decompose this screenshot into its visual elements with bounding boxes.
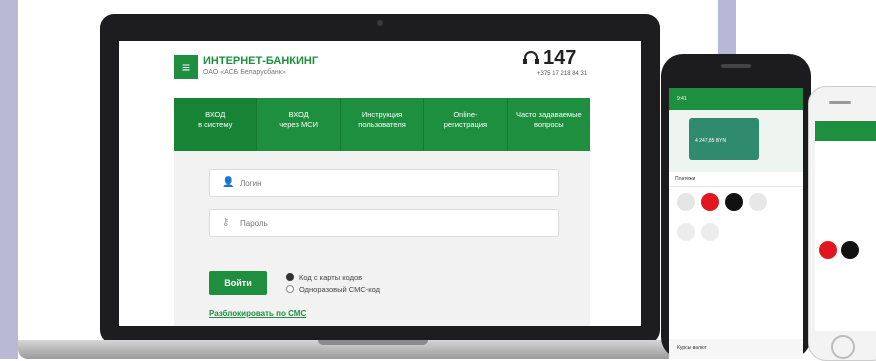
laptop-notch [318,340,428,345]
app-status-bar [815,121,876,141]
nav-label: в систему [198,120,233,129]
smartphone-white [808,86,876,361]
background-stripe-top [718,0,736,56]
smartphone-dark: 9:41 4 247,85 BYN Платежи Курсы валют [661,54,811,359]
webcam-icon [377,20,383,26]
section-payments: Платежи [669,172,803,187]
nav-user-guide[interactable]: Инструкция пользователя [341,98,425,151]
nav-login[interactable]: ВХОД в систему [174,98,258,151]
laptop-screen: ≡ ИНТЕРНЕТ-БАНКИНГ ОАО «АСБ Беларусбанк»… [119,41,641,326]
nav-label: через МСИ [279,120,319,129]
hotline-sub: +375 17 218 84 31 [537,71,588,77]
main-nav: ВХОД в систему ВХОД через МСИ Инструкция по… [174,98,590,151]
password-input[interactable] [238,214,542,233]
key-icon: ⚷ [222,217,230,228]
bank-card[interactable]: 4 247,85 BYN [689,118,759,160]
phone-screen: 9:41 4 247,85 BYN Платежи Курсы валют [669,88,803,359]
nav-label: регистрация [443,120,488,129]
nav-faq[interactable]: Часто задаваемые вопросы [508,98,590,151]
radio-label: Код с карты кодов [299,273,363,282]
radio-unchecked-icon [286,285,294,293]
speaker [721,64,751,68]
unlock-sms-link[interactable]: Разблокировать по СМС [209,309,306,318]
hotline-number: 147 [543,47,577,69]
site-header: ≡ ИНТЕРНЕТ-БАНКИНГ ОАО «АСБ Беларусбанк»… [119,41,641,97]
quick-actions-2 [669,217,803,247]
nav-label: ВХОД [288,110,309,119]
login-button[interactable]: Войти [209,271,267,295]
radio-card-code[interactable]: Код с карты кодов [286,273,362,282]
life-icon[interactable] [841,241,859,259]
action-icon[interactable] [677,193,695,211]
logo-icon: ≡ [174,55,198,79]
login-form: 👤 ⚷ Войти Код с карты кодов Одноразовый … [174,151,590,326]
nav-label: ВХОД [205,110,226,119]
brand-subtitle: ОАО «АСБ Беларусбанк» [203,69,286,76]
password-field: ⚷ [209,209,559,237]
user-icon: 👤 [222,177,235,188]
nav-label: Online- [453,110,478,119]
speaker [829,101,851,104]
background-stripe-left [0,0,18,359]
nav-online-registration[interactable]: Online-регистрация [424,98,508,151]
quick-actions [669,187,803,217]
app-status-bar: 9:41 [669,88,803,110]
nav-label: вопросы [534,120,564,129]
phone-screen [815,121,876,331]
radio-label: Одноразовый СМС-код [299,285,381,294]
action-icon[interactable] [749,193,767,211]
rates-footer[interactable]: Курсы валют [669,339,803,359]
radio-checked-icon [286,273,294,281]
home-button[interactable] [831,335,855,359]
login-input[interactable] [238,174,542,193]
headset-icon [523,51,539,64]
laptop: ≡ ИНТЕРНЕТ-БАНКИНГ ОАО «АСБ Беларусбанк»… [100,14,660,344]
life-icon[interactable] [725,193,743,211]
card-amount: 4 247,85 BYN [695,138,727,144]
mts-icon[interactable] [819,241,837,259]
mts-icon[interactable] [701,193,719,211]
nav-login-msi[interactable]: ВХОД через МСИ [257,98,341,151]
card-carousel[interactable]: 4 247,85 BYN [669,110,803,172]
quick-actions [815,141,876,259]
action-icon[interactable] [677,223,695,241]
brand-title: ИНТЕРНЕТ-БАНКИНГ [203,55,319,67]
laptop-base [18,340,728,359]
nav-label: Часто задаваемые [516,110,582,119]
nav-label: пользователя [358,120,406,129]
radio-sms-code[interactable]: Одноразовый СМС-код [286,285,380,294]
login-field: 👤 [209,169,559,197]
action-icon[interactable] [701,223,719,241]
nav-label: Инструкция [361,110,403,119]
